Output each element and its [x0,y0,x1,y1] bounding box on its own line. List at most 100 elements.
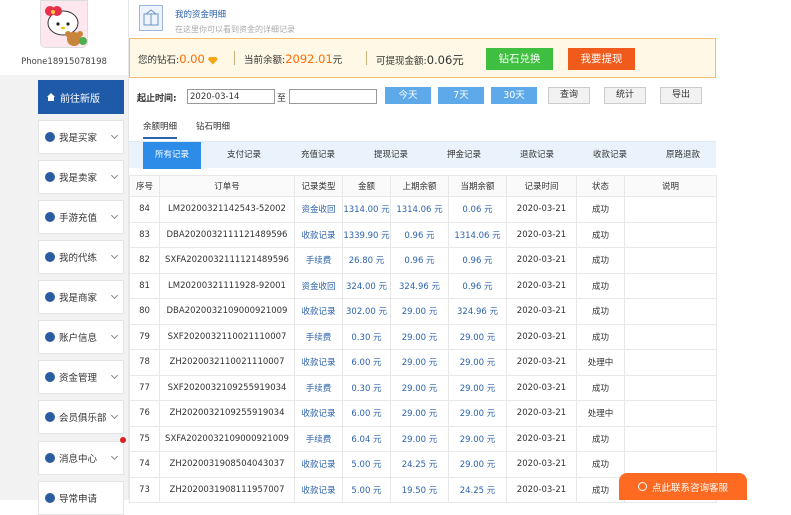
tab-balance-detail[interactable]: 余额明细 [143,120,178,139]
table-cell [624,298,717,325]
tab-refund-records[interactable]: 退款记录 [508,142,566,169]
thirty-days-button[interactable]: 30天 [491,87,537,104]
diamond-icon [207,56,218,65]
sidebar-item-club[interactable]: 会员俱乐部 [38,400,124,434]
diamond-exchange-button[interactable]: 钻石兑换 [486,48,553,70]
table-cell [624,374,717,401]
today-button[interactable]: 今天 [385,87,431,104]
money-icon [45,372,55,382]
table-cell: 2020-03-21 [506,476,577,503]
query-button[interactable]: 查询 [548,87,590,104]
withdrawable-label: 可提现金额: [376,56,427,67]
table-cell: 29.00 元 [448,323,507,350]
table-cell: SXFA2020032109000921009 [159,425,295,452]
date-filter: 起止时间: 至 今天 7天 30天 查询 统计 导出 [129,78,716,112]
end-date-input[interactable] [289,89,377,104]
balance-bar: 您的钻石:0.00 当前余额:2092.01元 可提现金额:0.06元 钻石兑换… [129,38,716,78]
table-cell: 324.96 元 [448,298,507,325]
start-date-input[interactable] [187,89,275,104]
withdraw-button[interactable]: 我要提现 [568,48,635,70]
table-cell: 资金收回 [294,272,343,299]
sidebar-item-apply[interactable]: 导常申请 [38,481,124,515]
tab-receipt-records[interactable]: 收款记录 [581,142,639,169]
new-version-button[interactable]: 前往新版 [38,80,124,114]
statistics-button[interactable]: 统计 [604,87,646,104]
sidebar-item-boosting[interactable]: 我的代练 [38,240,124,274]
tab-deposit-records[interactable]: 押金记录 [435,142,493,169]
sidebar-item-buyer[interactable]: 我是买家 [38,120,124,154]
contact-support-button[interactable]: 点此联系咨询客服 [619,473,747,500]
page-header: 我的资金明细 在这里你可以看到资金的详细记录 [129,0,716,38]
sidebar-item-label: 消息中心 [59,454,98,465]
table-cell: 29.00 元 [448,451,507,478]
table-cell: 29.00 元 [390,425,449,452]
sidebar-item-seller[interactable]: 我是卖家 [38,160,124,194]
seven-days-button[interactable]: 7天 [438,87,484,104]
message-icon [45,453,55,463]
table-row: 84 LM20200321142543-52002 资金收回 1314.00 元 131… [129,196,717,223]
table-cell: 77 [129,374,160,401]
avatar[interactable] [40,0,88,48]
sidebar-item-label: 我的代练 [59,253,98,264]
table-cell: 83 [129,221,160,248]
export-button[interactable]: 导出 [660,87,702,104]
current-label: 当前余额: [244,55,286,66]
table-cell: SXF2020032109255919034 [159,374,295,401]
tab-diamond-detail[interactable]: 钻石明细 [196,120,230,137]
table-cell: 29.00 元 [390,323,449,350]
table-row: 77 SXF2020032109255919034 手续费 0.30 元 29.00 元… [129,374,717,401]
table-cell: ZH2020031908504043037 [159,451,295,478]
chevron-down-icon [110,291,119,300]
sidebar-item-mobile-recharge[interactable]: 手游充值 [38,200,124,234]
new-version-label: 前往新版 [60,93,100,105]
sidebar-item-label: 我是商家 [59,293,98,304]
table-cell: 2020-03-21 [506,374,577,401]
table-cell: 6.04 元 [342,425,391,452]
sidebar-item-label: 我是卖家 [59,173,98,184]
tab-recharge-records[interactable]: 充值记录 [289,142,347,169]
tab-withdraw-records[interactable]: 提现记录 [362,142,420,169]
table-cell: 2020-03-21 [506,221,577,248]
table-row: 80 DBA2020032109000921009 收款记录 302.00 元 29.0… [129,298,717,325]
table-cell: 成功 [576,298,625,325]
table-cell: 1314.06 元 [390,196,449,223]
table-cell: 2020-03-21 [506,196,577,223]
chevron-down-icon [110,251,119,260]
table-cell: 29.00 元 [448,349,507,376]
sidebar: Phone18915078198 前往新版 我是买家 我是卖家 手游充值 我的代… [0,0,128,515]
sidebar-item-account[interactable]: 账户信息 [38,320,124,354]
user-icon [45,172,55,182]
table-cell: ZH2020031908111957007 [159,476,295,503]
table-cell: 手续费 [294,247,343,274]
table-cell: 0.06 元 [448,196,507,223]
table-cell: 324.00 元 [342,272,391,299]
tab-payment-records[interactable]: 支付记录 [215,142,273,169]
sidebar-item-messages[interactable]: 消息中心 [38,441,124,475]
sidebar-item-label: 会员俱乐部 [59,413,107,424]
table-cell [624,349,717,376]
chevron-down-icon [110,211,119,220]
table-cell: 29.00 元 [390,349,449,376]
notification-dot [120,437,126,443]
table-cell: 19.50 元 [390,476,449,503]
sidebar-item-funds[interactable]: 资金管理 [38,360,124,394]
tab-original-refund[interactable]: 原路退款 [654,142,712,169]
table-cell: 收款记录 [294,221,343,248]
table-cell [624,272,717,299]
main-panel: 我的资金明细 在这里你可以看到资金的详细记录 您的钻石:0.00 当前余额:20… [128,0,717,503]
table-cell [624,323,717,350]
table-cell: 84 [129,196,160,223]
table-cell: 2020-03-21 [506,451,577,478]
table-cell: 6.00 元 [342,400,391,427]
tab-all-records[interactable]: 所有记录 [143,142,201,169]
sidebar-item-merchant[interactable]: 我是商家 [38,280,124,314]
table-body: 84 LM20200321142543-52002 资金收回 1314.00 元 131… [129,196,717,503]
current-unit: 元 [332,55,343,66]
table-cell: 24.25 元 [390,451,449,478]
current-balance: 当前余额:2092.01元 [244,52,342,66]
column-header: 当期余额 [448,175,507,197]
table-cell: 收款记录 [294,476,343,503]
chevron-down-icon [110,131,119,140]
user-box: Phone18915078198 [0,0,128,75]
table-cell: 26.80 元 [342,247,391,274]
